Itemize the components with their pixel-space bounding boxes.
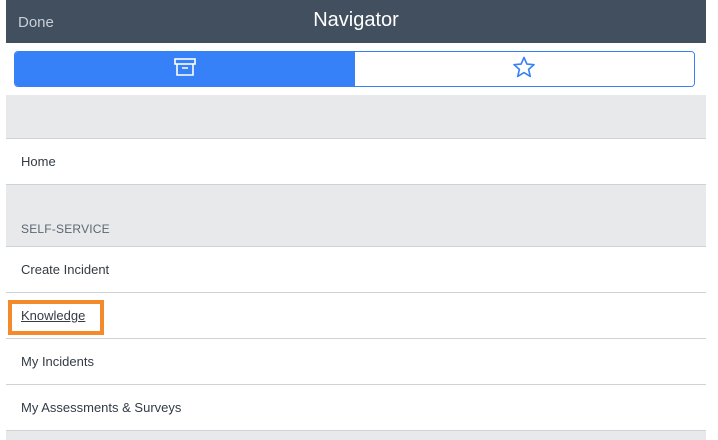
- section-header-self-service: SELF-SERVICE: [6, 185, 706, 247]
- menu-item-knowledge[interactable]: Knowledge: [6, 293, 706, 339]
- menu-item-label: Home: [21, 154, 56, 169]
- header-bar: Done Navigator: [6, 0, 706, 43]
- page-title: Navigator: [313, 9, 399, 31]
- menu-item-my-assessments-surveys[interactable]: My Assessments & Surveys: [6, 385, 706, 431]
- menu-item-my-incidents[interactable]: My Incidents: [6, 339, 706, 385]
- section-title: SELF-SERVICE: [21, 222, 110, 236]
- menu-item-label: My Assessments & Surveys: [21, 400, 182, 415]
- menu-item-label: My Incidents: [21, 354, 94, 369]
- menu-item-label: Knowledge: [21, 308, 86, 323]
- star-icon: [512, 56, 536, 83]
- menu-item-label: Create Incident: [21, 262, 110, 277]
- archive-box-icon: [173, 57, 197, 82]
- segmented-control: [14, 51, 695, 87]
- navigator-panel: Done Navigator Home SELF-SERVICE Create …: [6, 0, 706, 440]
- menu-item-home[interactable]: Home: [6, 139, 706, 185]
- tab-bar-container: [6, 43, 706, 95]
- tab-favorites[interactable]: [354, 52, 694, 86]
- menu-item-create-incident[interactable]: Create Incident: [6, 247, 706, 293]
- tab-all-applications[interactable]: [15, 52, 355, 86]
- spacer: [6, 95, 706, 139]
